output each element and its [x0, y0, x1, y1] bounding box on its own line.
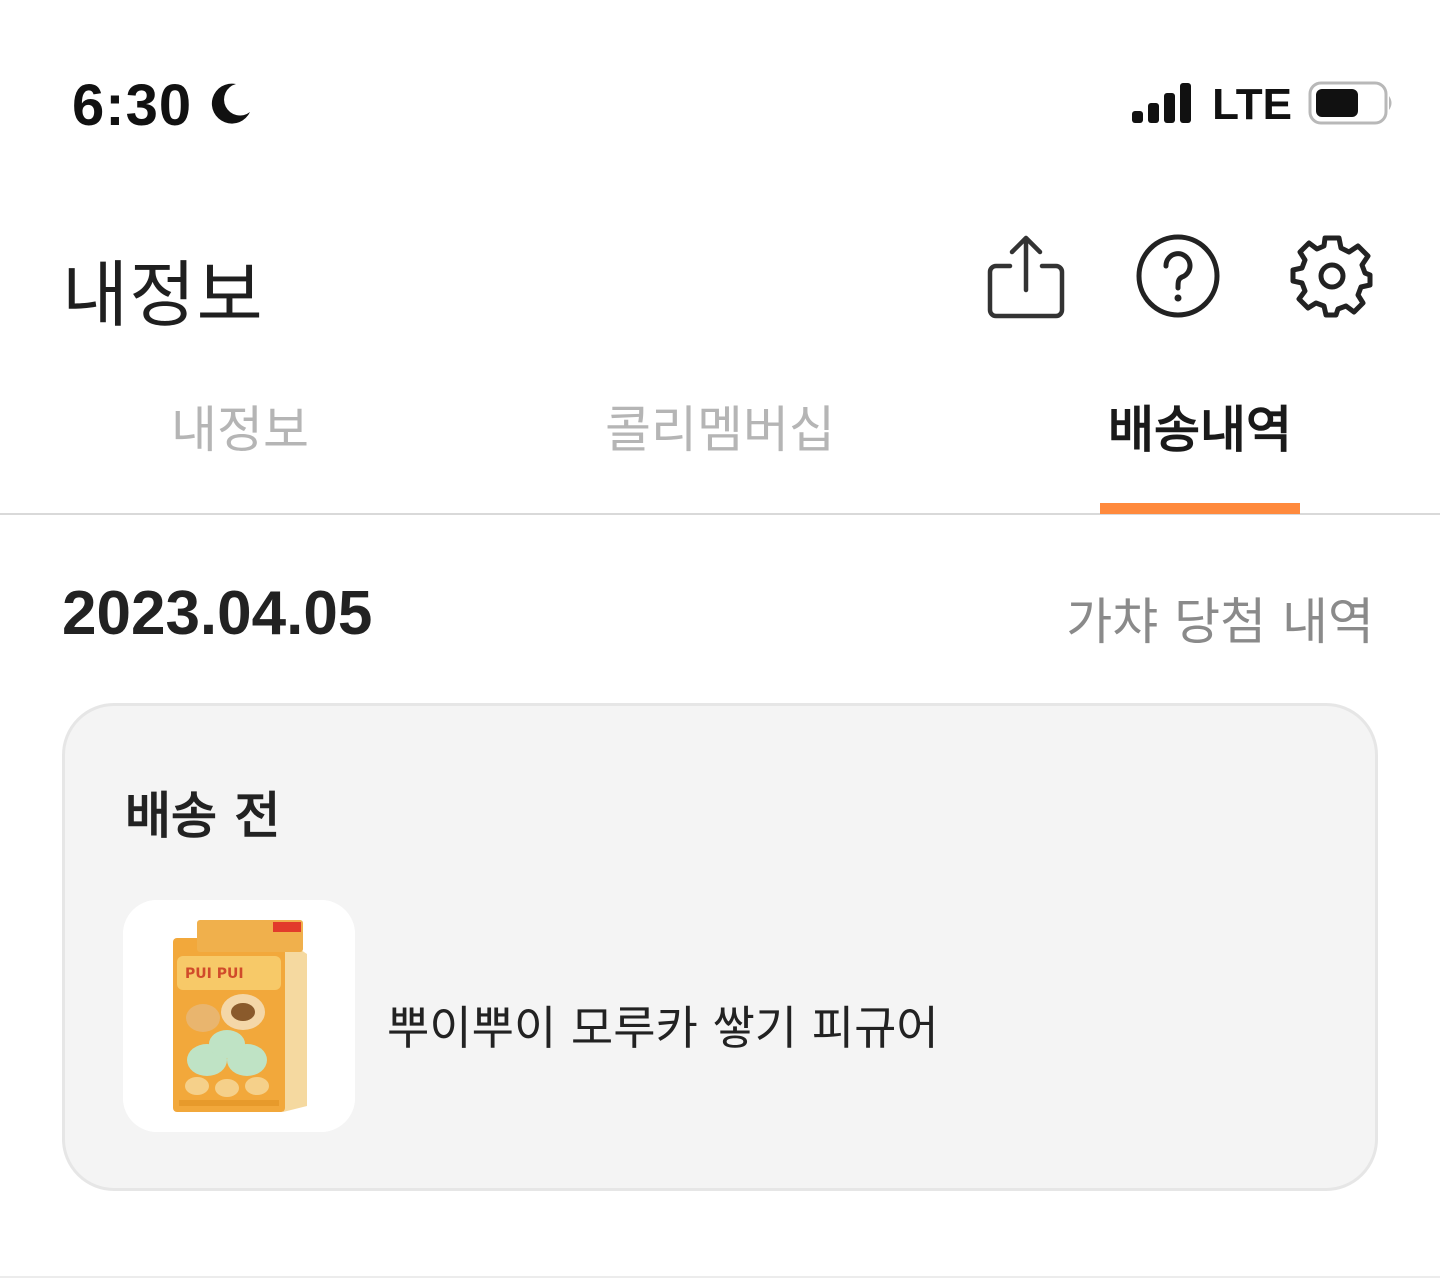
settings-button[interactable]: [1286, 232, 1378, 324]
tab-membership[interactable]: 콜리멤버십: [570, 390, 870, 513]
network-type: LTE: [1212, 80, 1292, 129]
tab-label: 내정보: [171, 401, 309, 459]
time-group: 6:30: [72, 72, 254, 139]
page-title: 내정보: [62, 253, 264, 337]
app-header: 내정보: [0, 220, 1440, 340]
gacha-history-link[interactable]: 가챠 당첨 내역: [1066, 582, 1374, 654]
tab-label: 콜리멤버십: [605, 401, 835, 459]
moon-icon: [206, 80, 254, 132]
active-tab-indicator: [1100, 503, 1300, 514]
share-button[interactable]: [980, 232, 1072, 324]
settings-icon: [1287, 231, 1377, 325]
battery-icon: [1308, 80, 1396, 130]
product-box-image: PUI PUI: [123, 900, 355, 1132]
delivery-date: 2023.04.05: [62, 579, 373, 648]
date-row: 2023.04.05 가챠 당첨 내역: [0, 578, 1440, 658]
tab-delivery[interactable]: 배송내역: [1080, 390, 1320, 513]
svg-text:PUI PUI: PUI PUI: [185, 966, 244, 982]
status-right: LTE: [1130, 80, 1396, 130]
product-thumbnail[interactable]: PUI PUI: [123, 900, 355, 1132]
tab-my-info[interactable]: 내정보: [90, 390, 390, 513]
tab-label: 배송내역: [1108, 401, 1292, 459]
delivery-card[interactable]: 배송 전 PUI PUI 뿌이뿌이 모루카 쌓기 피규어: [62, 703, 1378, 1191]
delivery-status: 배송 전: [125, 787, 281, 845]
status-bar: 6:30 LTE: [0, 0, 1440, 200]
share-icon: [984, 232, 1068, 324]
divider: [0, 1276, 1440, 1278]
signal-icon: [1130, 81, 1196, 129]
status-time: 6:30: [72, 73, 193, 138]
help-icon: [1134, 232, 1222, 324]
tab-bar: 내정보 콜리멤버십 배송내역: [0, 370, 1440, 515]
help-button[interactable]: [1132, 232, 1224, 324]
product-name[interactable]: 뿌이뿌이 모루카 쌓기 피규어: [387, 992, 939, 1058]
